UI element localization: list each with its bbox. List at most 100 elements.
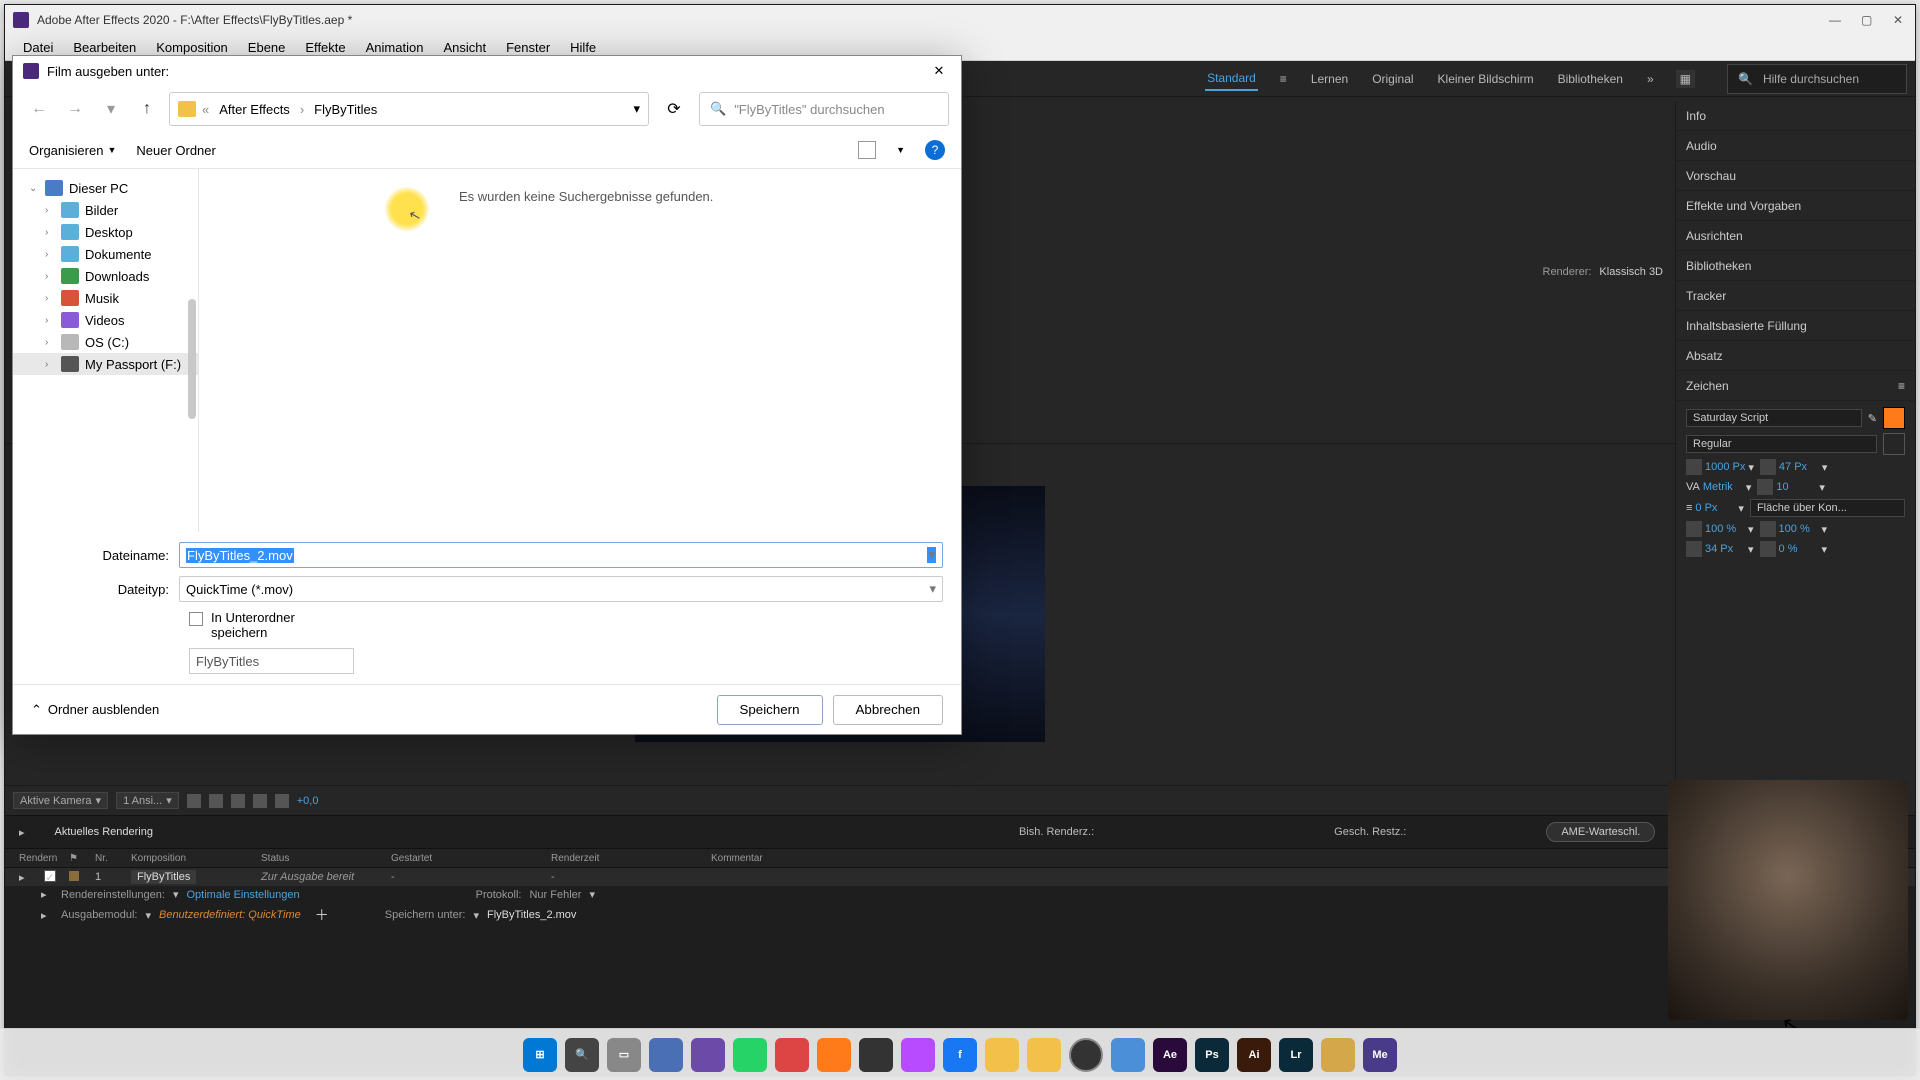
taskbar-facebook[interactable]: f <box>943 1038 977 1072</box>
stroke-swatch[interactable] <box>1883 433 1905 455</box>
tree-this-pc[interactable]: ⌄Dieser PC <box>13 177 198 199</box>
view-options-button[interactable] <box>858 141 876 159</box>
render-settings-value[interactable]: Optimale Einstellungen <box>187 889 300 901</box>
hscale-value[interactable]: 100 % <box>1779 523 1819 535</box>
viewer-icon-3[interactable] <box>231 794 245 808</box>
save-to-value[interactable]: FlyByTitles_2.mov <box>487 909 576 921</box>
render-checkbox[interactable]: ✓ <box>44 870 56 882</box>
help-search-input[interactable]: 🔍 Hilfe durchsuchen <box>1727 64 1907 94</box>
nav-recent-dropdown[interactable]: ▾ <box>97 95 125 123</box>
taskbar-illustrator[interactable]: Ai <box>1237 1038 1271 1072</box>
taskbar-media-encoder[interactable]: Me <box>1363 1038 1397 1072</box>
tree-os-c[interactable]: ›OS (C:) <box>13 331 198 353</box>
task-view-icon[interactable]: ▭ <box>607 1038 641 1072</box>
eyedropper-icon[interactable]: ✎ <box>1868 412 1877 425</box>
taskbar-lightroom[interactable]: Lr <box>1279 1038 1313 1072</box>
panel-vorschau[interactable]: Vorschau <box>1676 161 1915 191</box>
renderer-value[interactable]: Klassisch 3D <box>1599 266 1663 278</box>
panel-zeichen[interactable]: Zeichen≡ <box>1676 371 1915 401</box>
taskbar-app-3[interactable] <box>775 1038 809 1072</box>
font-size-value[interactable]: 1000 Px <box>1705 461 1745 473</box>
nav-forward-button[interactable]: → <box>61 95 89 123</box>
hide-folders-button[interactable]: ⌃Ordner ausblenden <box>31 702 159 718</box>
nav-up-button[interactable]: ↑ <box>133 95 161 123</box>
panel-tracker[interactable]: Tracker <box>1676 281 1915 311</box>
workspace-more-icon[interactable]: » <box>1645 68 1656 90</box>
camera-dropdown[interactable]: Aktive Kamera▾ <box>13 792 108 809</box>
crumb-after-effects[interactable]: After Effects <box>215 100 294 119</box>
tree-my-passport[interactable]: ›My Passport (F:) <box>13 353 198 375</box>
viewer-icon-5[interactable] <box>275 794 289 808</box>
taskbar-app-5[interactable] <box>1027 1038 1061 1072</box>
minimize-icon[interactable]: — <box>1829 13 1843 27</box>
subfolder-checkbox[interactable] <box>189 612 203 626</box>
filename-input[interactable]: FlyByTitles_2.mov▾ <box>179 542 943 568</box>
filetype-dropdown[interactable]: QuickTime (*.mov)▾ <box>179 576 943 602</box>
stroke-option-dropdown[interactable]: Fläche über Kon... <box>1750 499 1905 517</box>
workspace-bibliotheken[interactable]: Bibliotheken <box>1556 68 1625 90</box>
workspace-menu-icon[interactable]: ≡ <box>1278 68 1289 90</box>
panel-audio[interactable]: Audio <box>1676 131 1915 161</box>
ame-queue-button[interactable]: AME-Warteschl. <box>1546 822 1655 842</box>
viewer-icon-4[interactable] <box>253 794 267 808</box>
font-family-dropdown[interactable]: Saturday Script <box>1686 409 1862 427</box>
tree-desktop[interactable]: ›Desktop <box>13 221 198 243</box>
new-folder-button[interactable]: Neuer Ordner <box>136 143 215 158</box>
dialog-close-button[interactable]: ✕ <box>927 59 951 83</box>
panel-ausrichten[interactable]: Ausrichten <box>1676 221 1915 251</box>
dialog-help-button[interactable]: ? <box>925 140 945 160</box>
taskbar-obs[interactable] <box>1069 1038 1103 1072</box>
expand-icon[interactable]: ▸ <box>19 871 31 884</box>
workspace-grid-icon[interactable]: ▦ <box>1676 70 1695 88</box>
cancel-button[interactable]: Abbrechen <box>833 695 943 725</box>
tree-scrollbar[interactable] <box>188 299 196 419</box>
workspace-lernen[interactable]: Lernen <box>1309 68 1350 90</box>
taskbar-firefox[interactable] <box>817 1038 851 1072</box>
render-tag-swatch[interactable] <box>69 871 79 881</box>
exposure-value[interactable]: +0,0 <box>297 795 319 807</box>
workspace-original[interactable]: Original <box>1370 68 1415 90</box>
expand-settings-icon[interactable]: ▸ <box>41 888 53 901</box>
views-dropdown[interactable]: 1 Ansi...▾ <box>116 792 179 809</box>
subfolder-name-input[interactable]: FlyByTitles <box>189 648 354 674</box>
taskbar-photoshop[interactable]: Ps <box>1195 1038 1229 1072</box>
breadcrumb-dropdown-icon[interactable]: ▾ <box>633 101 640 117</box>
tree-musik[interactable]: ›Musik <box>13 287 198 309</box>
organize-dropdown[interactable]: Organisieren▼ <box>29 143 116 158</box>
leading-value[interactable]: 47 Px <box>1779 461 1819 473</box>
vscale-value[interactable]: 100 % <box>1705 523 1745 535</box>
render-row-1[interactable]: ▸ ✓ 1 FlyByTitles Zur Ausgabe bereit - - <box>5 868 1915 886</box>
add-output-icon[interactable]: ＋ <box>315 905 329 925</box>
taskbar-search-icon[interactable]: 🔍 <box>565 1038 599 1072</box>
breadcrumb[interactable]: « After Effects › FlyByTitles ▾ <box>169 92 649 126</box>
close-icon[interactable]: ✕ <box>1893 13 1907 27</box>
crumb-flybytitles[interactable]: FlyByTitles <box>310 100 381 119</box>
taskbar-whatsapp[interactable] <box>733 1038 767 1072</box>
kerning-value[interactable]: Metrik <box>1703 481 1743 493</box>
baseline-value[interactable]: 34 Px <box>1705 543 1745 555</box>
workspace-standard[interactable]: Standard <box>1205 67 1258 91</box>
chevron-right-icon[interactable]: ▸ <box>19 826 25 839</box>
workspace-kleiner[interactable]: Kleiner Bildschirm <box>1436 68 1536 90</box>
nav-back-button[interactable]: ← <box>25 95 53 123</box>
viewer-icon-2[interactable] <box>209 794 223 808</box>
view-dropdown-icon[interactable]: ▼ <box>896 145 905 155</box>
panel-effekte[interactable]: Effekte und Vorgaben <box>1676 191 1915 221</box>
taskbar-app-2[interactable] <box>691 1038 725 1072</box>
fill-color-swatch[interactable] <box>1883 407 1905 429</box>
tree-dokumente[interactable]: ›Dokumente <box>13 243 198 265</box>
viewer-icon-1[interactable] <box>187 794 201 808</box>
tsume-value[interactable]: 0 % <box>1779 543 1819 555</box>
folder-search-input[interactable]: 🔍 "FlyByTitles" durchsuchen <box>699 92 949 126</box>
taskbar-explorer[interactable] <box>985 1038 1019 1072</box>
panel-inhalt[interactable]: Inhaltsbasierte Füllung <box>1676 311 1915 341</box>
taskbar-after-effects[interactable]: Ae <box>1153 1038 1187 1072</box>
tracking-value[interactable]: 10 <box>1776 481 1816 493</box>
taskbar-app-4[interactable] <box>859 1038 893 1072</box>
save-button[interactable]: Speichern <box>717 695 823 725</box>
refresh-button[interactable]: ⟳ <box>657 92 691 126</box>
taskbar-messenger[interactable] <box>901 1038 935 1072</box>
panel-menu-icon[interactable]: ≡ <box>1898 379 1905 393</box>
panel-bibliotheken[interactable]: Bibliotheken <box>1676 251 1915 281</box>
taskbar-app-6[interactable] <box>1111 1038 1145 1072</box>
